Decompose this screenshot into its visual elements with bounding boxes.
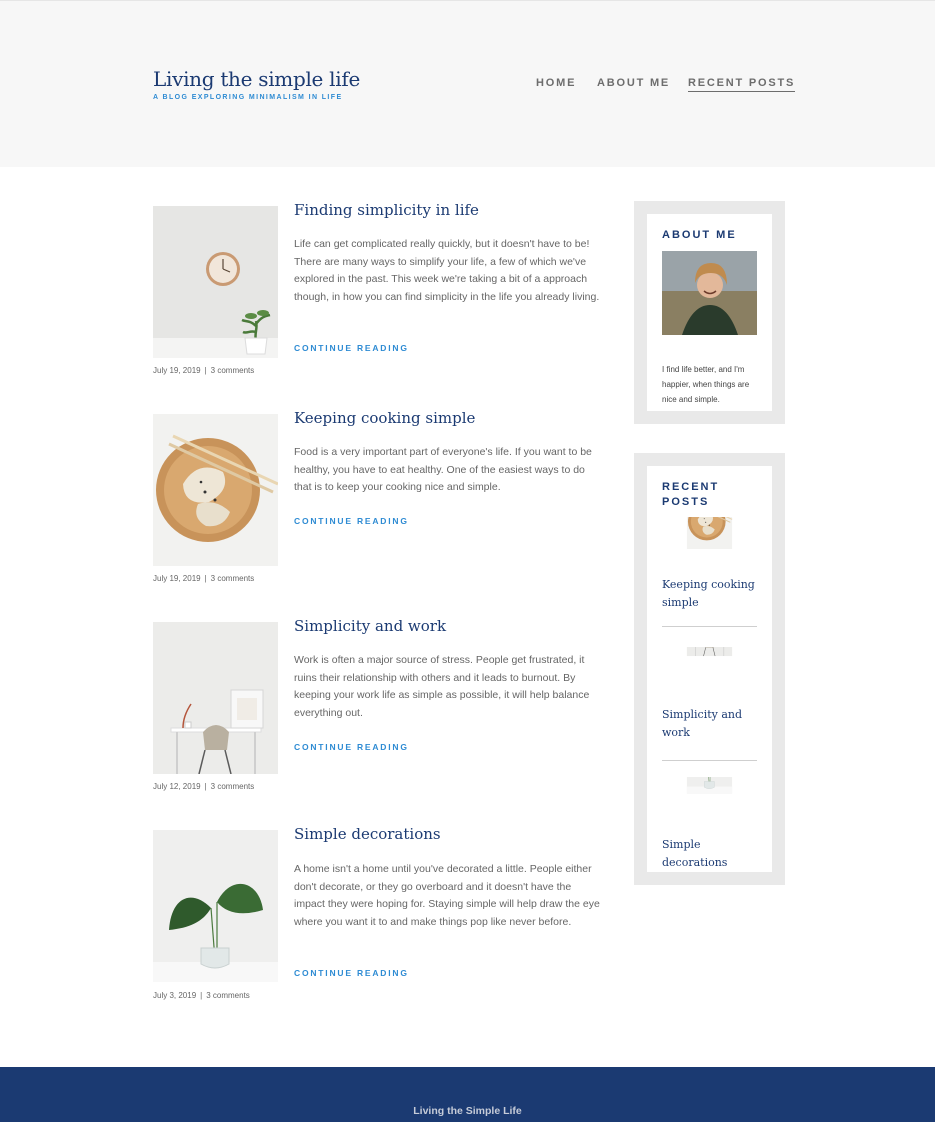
divider (662, 626, 757, 627)
recent-post-link[interactable]: Simplicity and work (662, 706, 767, 741)
post-excerpt: Food is a very important part of everyon… (294, 446, 592, 493)
post-image-dumplings[interactable] (153, 414, 278, 566)
nav-about-me[interactable]: ABOUT ME (597, 77, 670, 89)
nav-recent-posts[interactable]: RECENT POSTS (688, 77, 796, 92)
site-header: Living the simple life A BLOG EXPLORING … (0, 0, 935, 167)
post-title[interactable]: Finding simplicity in life (294, 201, 479, 219)
post-comments-link[interactable]: 3 comments (211, 366, 255, 375)
footer-site-name: Living the Simple Life (413, 1105, 522, 1117)
recent-posts-widget: RECENT POSTS Keeping cooking simple Simp… (634, 453, 785, 885)
recent-post-thumb[interactable] (662, 517, 757, 572)
continue-reading-link[interactable]: CONTINUE READING (294, 516, 409, 526)
post-image-desk[interactable] (153, 622, 278, 774)
site-logo-title[interactable]: Living the simple life (153, 67, 360, 91)
about-me-text: I find life better, and I'm happier, whe… (662, 365, 750, 404)
post-image-clock[interactable] (153, 206, 278, 358)
continue-reading-link[interactable]: CONTINUE READING (294, 343, 409, 353)
post-comments-link[interactable]: 3 comments (211, 574, 255, 583)
site-footer: Living the Simple Life (0, 1067, 935, 1122)
post-meta: July 19, 2019 | 3 comments (153, 366, 254, 375)
recent-post-link[interactable]: Simple decorations (662, 836, 767, 871)
post-meta: July 3, 2019 | 3 comments (153, 991, 250, 1000)
post-excerpt: Work is often a major source of stress. … (294, 654, 590, 719)
post-meta: July 12, 2019 | 3 comments (153, 782, 254, 791)
divider (662, 760, 757, 761)
post-date: July 3, 2019 (153, 991, 197, 1000)
post-excerpt: A home isn't a home until you've decorat… (294, 863, 600, 928)
post-title[interactable]: Simplicity and work (294, 617, 446, 635)
post-date: July 19, 2019 (153, 574, 201, 583)
post-title[interactable]: Simple decorations (294, 825, 441, 843)
recent-post-thumb[interactable] (662, 647, 757, 702)
recent-post-thumb[interactable] (662, 777, 757, 832)
post-title[interactable]: Keeping cooking simple (294, 409, 475, 427)
about-me-widget: ABOUT ME I find life better, and I'm hap… (634, 201, 785, 424)
recent-posts-heading: RECENT POSTS (662, 481, 720, 508)
continue-reading-link[interactable]: CONTINUE READING (294, 742, 409, 752)
recent-posts-card: RECENT POSTS Keeping cooking simple Simp… (647, 466, 772, 872)
author-avatar (662, 251, 757, 335)
meta-separator: | (204, 366, 207, 375)
post-date: July 12, 2019 (153, 782, 201, 791)
post-meta: July 19, 2019 | 3 comments (153, 574, 254, 583)
post-comments-link[interactable]: 3 comments (211, 782, 255, 791)
site-tagline: A BLOG EXPLORING MINIMALISM IN LIFE (153, 94, 343, 101)
about-me-card: ABOUT ME I find life better, and I'm hap… (647, 214, 772, 411)
post-comments-link[interactable]: 3 comments (206, 991, 250, 1000)
post-image-leaves[interactable] (153, 830, 278, 982)
recent-post-link[interactable]: Keeping cooking simple (662, 576, 767, 611)
about-me-heading: ABOUT ME (662, 229, 737, 241)
nav-home[interactable]: HOME (536, 77, 576, 89)
post-excerpt: Life can get complicated really quickly,… (294, 238, 600, 303)
meta-separator: | (200, 991, 203, 1000)
continue-reading-link[interactable]: CONTINUE READING (294, 968, 409, 978)
post-date: July 19, 2019 (153, 366, 201, 375)
meta-separator: | (204, 782, 207, 791)
meta-separator: | (204, 574, 207, 583)
